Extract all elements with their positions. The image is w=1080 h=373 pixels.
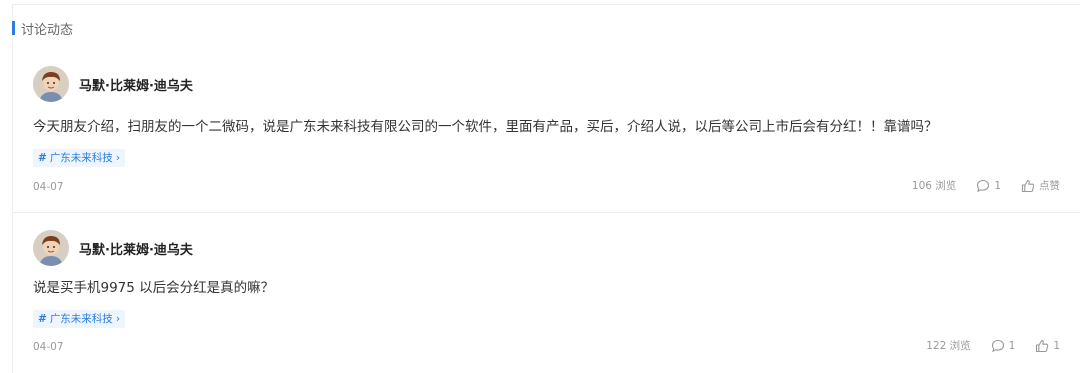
comment-icon <box>991 339 1004 352</box>
post-stats: 122 浏览 1 1 <box>926 338 1060 353</box>
comment-button[interactable]: 1 <box>991 339 1016 353</box>
topic-tag[interactable]: # 广东未来科技 › <box>33 149 126 167</box>
post-item: 马默·比莱姆·迪乌夫 今天朋友介绍，扫朋友的一个二微码，说是广东未来科技有限公司… <box>12 60 1080 213</box>
chevron-right-icon: › <box>115 152 121 164</box>
avatar[interactable] <box>33 230 69 266</box>
view-count-label: 106 浏览 <box>911 180 957 192</box>
post-item: 马默·比莱姆·迪乌夫 说是买手机9975 以后会分红是真的嘛？ # 广东未来科技… <box>12 224 1080 364</box>
avatar[interactable] <box>33 66 69 102</box>
hash-icon: # <box>38 313 47 325</box>
section-accent-bar <box>12 21 15 35</box>
author-name[interactable]: 马默·比莱姆·迪乌夫 <box>79 75 193 94</box>
comment-count: 1 <box>994 179 1001 192</box>
view-count-label: 122 浏览 <box>926 340 971 352</box>
like-button[interactable]: 1 <box>1035 339 1060 353</box>
view-count: 106 浏览 <box>912 178 956 193</box>
post-content[interactable]: 说是买手机9975 以后会分红是真的嘛？ <box>33 276 274 296</box>
like-count: 1 <box>1053 339 1060 352</box>
post-author[interactable]: 马默·比莱姆·迪乌夫 <box>33 230 193 266</box>
post-date: 04-07 <box>33 341 64 353</box>
chevron-right-icon: › <box>115 313 121 325</box>
view-count: 122 浏览 <box>926 338 970 353</box>
comment-button[interactable]: 1 <box>976 179 1001 193</box>
like-button[interactable]: 点赞 <box>1021 178 1060 193</box>
post-content[interactable]: 今天朋友介绍，扫朋友的一个二微码，说是广东未来科技有限公司的一个软件，里面有产品… <box>33 115 938 135</box>
post-author[interactable]: 马默·比莱姆·迪乌夫 <box>33 66 193 102</box>
author-name[interactable]: 马默·比莱姆·迪乌夫 <box>79 239 193 258</box>
topic-tag[interactable]: # 广东未来科技 › <box>33 310 126 328</box>
like-count: 点赞 <box>1039 180 1060 192</box>
post-stats: 106 浏览 1 点赞 <box>912 178 1060 193</box>
topic-tag-label: 广东未来科技 <box>49 152 113 164</box>
post-date: 04-07 <box>33 181 64 193</box>
section-title: 讨论动态 <box>21 22 74 38</box>
comment-icon <box>977 179 990 192</box>
topic-tag-label: 广东未来科技 <box>49 313 113 325</box>
comment-count: 1 <box>1008 339 1016 352</box>
thumbs-up-icon <box>1036 339 1049 352</box>
hash-icon: # <box>38 152 47 164</box>
section-header: 讨论动态 <box>12 20 74 38</box>
thumbs-up-icon <box>1021 179 1035 192</box>
